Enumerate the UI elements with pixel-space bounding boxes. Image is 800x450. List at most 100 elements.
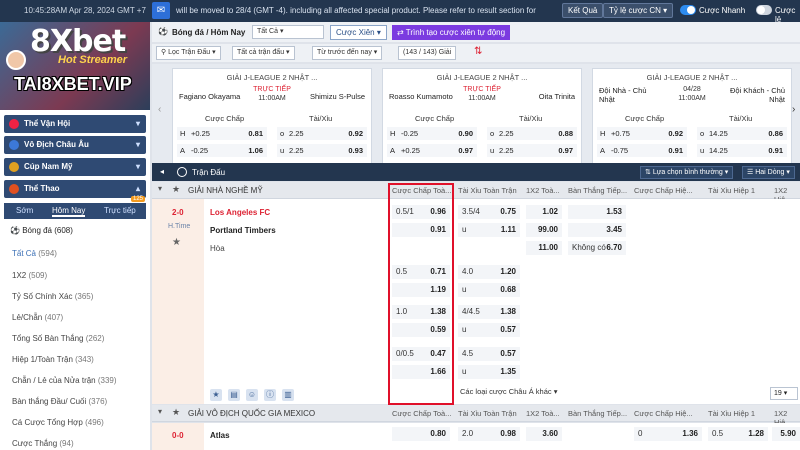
odds-cell[interactable]: u 0.68 — [458, 283, 520, 297]
odds-side: A — [390, 146, 396, 155]
tab-live[interactable]: Trực tiếp — [104, 206, 136, 215]
sidebar-item-olympics[interactable]: Thể Vận Hội ▾ — [4, 115, 146, 133]
sidebar-item-euro[interactable]: Vô Địch Châu Âu ▾ — [4, 136, 146, 154]
odds-cell[interactable]: 4/4.5 1.38 — [458, 305, 520, 319]
odds-cell[interactable]: 11.00 — [526, 241, 562, 255]
market-item[interactable]: Chẵn / Lẻ của Nửa trận (339) — [12, 376, 117, 385]
more-types-link[interactable]: Các loại cược Châu Á khác ▾ — [460, 387, 558, 396]
odds-cell[interactable]: 3.60 — [526, 427, 562, 441]
filter-all-select[interactable]: Tất Cả ▾ — [252, 25, 324, 39]
odds-cell[interactable]: o 2.25 0.88 — [487, 127, 577, 140]
all-matches-select[interactable]: Tất cả trận đấu ▾ — [232, 46, 295, 60]
chevron-right-icon[interactable]: › — [792, 104, 795, 115]
results-button[interactable]: Kết Quả — [562, 3, 604, 18]
odds-cell[interactable]: o 14.25 0.86 — [697, 127, 787, 140]
odds-cell[interactable]: H +0.75 0.92 — [597, 127, 687, 140]
odds-type-select[interactable]: Tỷ lệ cược CN ▾ — [603, 3, 674, 18]
market-label: Tổng Số Bàn Thắng — [12, 334, 84, 343]
single-bet-toggle[interactable] — [756, 5, 772, 15]
odds-side: o — [280, 129, 285, 138]
filter-icon: ⚲ — [161, 49, 167, 56]
odds-cell[interactable]: A -0.25 1.06 — [177, 144, 267, 157]
odds-side: u — [490, 146, 495, 155]
odds-side: H — [180, 129, 186, 138]
market-item[interactable]: Lẻ/Chẵn (407) — [12, 313, 63, 322]
odds-cell[interactable]: A +0.25 0.97 — [387, 144, 477, 157]
chart-icon[interactable]: ▥ — [282, 389, 294, 401]
odds-cell[interactable]: 3.5/4 0.75 — [458, 205, 520, 219]
odds-cell[interactable]: u 14.25 0.91 — [697, 144, 787, 157]
odds-cell[interactable]: 99.00 — [526, 223, 562, 237]
match-filter-select[interactable]: ⚲ Lọc Trận Đấu ▾ — [156, 46, 221, 60]
sidebar-item-sports[interactable]: Thể Thao ▴ — [4, 180, 146, 198]
sort-icon[interactable]: ⇅ — [474, 46, 482, 57]
star-icon[interactable]: ★ — [172, 237, 181, 248]
olympics-icon — [9, 119, 19, 129]
overunder-header: Tài/Xỉu — [519, 114, 543, 123]
odds-line: 2.25 — [289, 129, 304, 138]
odds-cell[interactable]: 3.45 — [568, 223, 626, 237]
odds-cell[interactable]: A -0.75 0.91 — [597, 144, 687, 157]
league-header[interactable]: ▾ ★ GIẢI NHÀ NGHỀ MỸ Cược Chấp Toà... Tà… — [152, 182, 800, 204]
site-watermark: TAI8XBET.VIP — [14, 74, 132, 94]
market-item[interactable]: 1X2 (509) — [12, 271, 47, 280]
notification-icon[interactable]: ✉ — [152, 2, 170, 19]
odds-cell[interactable]: u 2.25 0.97 — [487, 144, 577, 157]
lines-select[interactable]: ☰ Hai Dòng ▾ — [742, 166, 795, 179]
sort-select[interactable]: ⇅ Lựa chọn bình thường ▾ — [640, 166, 734, 179]
odds-cell[interactable]: H -0.25 0.90 — [387, 127, 477, 140]
live-count-badge: 125 — [131, 196, 146, 202]
odds-cell[interactable]: 4.0 1.20 — [458, 265, 520, 279]
featured-match-card[interactable]: GIẢI J-LEAGUE 2 NHẬT ... TRỰC TIẾP 11:00… — [172, 68, 372, 174]
parlay-button[interactable]: Cược Xiên ▾ — [330, 25, 387, 40]
odds-cell[interactable]: 0 1.36 — [634, 427, 702, 441]
featured-match-card[interactable]: GIẢI J-LEAGUE 2 NHẬT ... TRỰC TIẾP 11:00… — [382, 68, 582, 174]
home-team: Fagiano Okayama — [179, 92, 241, 101]
market-label: Lẻ/Chẵn — [12, 313, 43, 322]
tab-early[interactable]: Sớm — [16, 206, 33, 215]
odds-value: 3.45 — [606, 225, 622, 234]
tab-today[interactable]: Hôm Nay — [52, 206, 86, 217]
chevron-left-icon[interactable]: ◂ — [160, 167, 164, 176]
odds-cell[interactable]: o 2.25 0.92 — [277, 127, 367, 140]
odds-cell[interactable]: u 1.11 — [458, 223, 520, 237]
page-select[interactable]: 19 ▾ — [770, 387, 798, 400]
odds-value: 0.92 — [348, 129, 363, 138]
chevron-down-icon[interactable]: ▾ — [158, 407, 162, 416]
league-header[interactable]: ▾ ★ GIẢI VÔ ĐỊCH QUỐC GIA MEXICO Cược Ch… — [152, 405, 800, 427]
odds-cell[interactable]: 2.0 0.98 — [458, 427, 520, 441]
odds-cell[interactable]: u 1.35 — [458, 365, 520, 379]
market-item[interactable]: Cá Cược Tổng Hợp (496) — [12, 418, 104, 427]
sport-football[interactable]: ⚽ Bóng đá (608) — [10, 226, 73, 235]
stats-icon[interactable]: ▤ — [228, 389, 240, 401]
odds-cell[interactable]: 1.53 — [568, 205, 626, 219]
featured-match-card[interactable]: GIẢI J-LEAGUE 2 NHẬT ... 04/28 11:00AM Đ… — [592, 68, 792, 174]
market-item[interactable]: Bàn thắng Đầu/ Cuối (376) — [12, 397, 107, 406]
market-item[interactable]: Tất Cả (594) — [12, 249, 57, 258]
odds-cell[interactable]: 5.90 — [772, 427, 800, 441]
odds-cell[interactable]: 0.5 1.28 — [708, 427, 768, 441]
period-select[interactable]: Từ trước đến nay ▾ — [312, 46, 383, 60]
market-item[interactable]: Tỷ Số Chính Xác (365) — [12, 292, 93, 301]
live-tv-icon[interactable]: ☺ — [246, 389, 258, 401]
market-label: Hiệp 1/Toàn Trận — [12, 355, 73, 364]
odds-cell[interactable]: 4.5 0.57 — [458, 347, 520, 361]
odds-cell[interactable]: Không có 6.70 — [568, 241, 626, 255]
market-item[interactable]: Hiệp 1/Toàn Trận (343) — [12, 355, 94, 364]
odds-cell[interactable]: H +0.25 0.81 — [177, 127, 267, 140]
chevron-down-icon[interactable]: ▾ — [158, 184, 162, 193]
odds-cell[interactable]: u 0.57 — [458, 323, 520, 337]
info-icon[interactable]: ⓘ — [264, 389, 276, 401]
odds-cell[interactable]: 0.80 — [392, 427, 450, 441]
market-item[interactable]: Tổng Số Bàn Thắng (262) — [12, 334, 104, 343]
star-icon[interactable]: ★ — [172, 184, 180, 195]
odds-cell[interactable]: u 2.25 0.93 — [277, 144, 367, 157]
chevron-left-icon[interactable]: ‹ — [158, 104, 161, 115]
star-icon[interactable]: ★ — [210, 389, 222, 401]
fast-bet-toggle[interactable] — [680, 5, 696, 15]
odds-cell[interactable]: 1.02 — [526, 205, 562, 219]
market-item[interactable]: Cược Thắng (94) — [12, 439, 74, 448]
sidebar-item-copa[interactable]: Cúp Nam Mỹ ▾ — [4, 158, 146, 176]
auto-parlay-button[interactable]: ⇄ Trình tạo cược xiên tự động — [392, 25, 511, 40]
star-icon[interactable]: ★ — [172, 407, 180, 418]
